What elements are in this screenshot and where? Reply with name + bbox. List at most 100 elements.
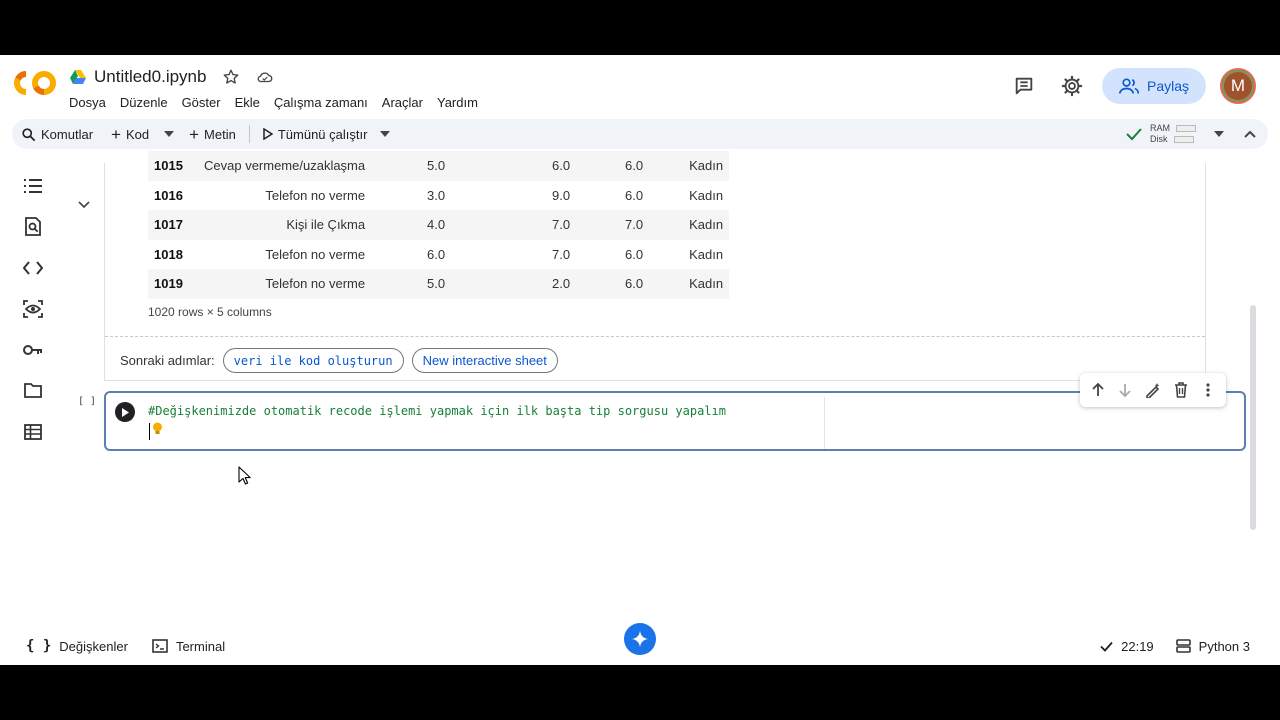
menu-runtime[interactable]: Çalışma zamanı	[274, 95, 368, 110]
notebook-toolbar: Komutlar + Kod + Metin Tümünü çalıştır R…	[12, 119, 1268, 149]
table-cell: 6.0	[625, 246, 644, 262]
table-row: 1015 Cevap vermeme/uzaklaşma 5.0 6.0 6.0 Kadı…	[148, 151, 730, 181]
move-down-button[interactable]	[1114, 379, 1136, 401]
table-cell: 2.0	[451, 269, 577, 299]
menu-file[interactable]: Dosya	[69, 95, 106, 110]
sidebar-item-code-snippets[interactable]	[22, 257, 44, 278]
resource-meter[interactable]: RAM Disk	[1150, 123, 1196, 145]
row-index: 1015	[148, 151, 198, 181]
sidebar-item-secrets[interactable]	[22, 339, 44, 360]
vertical-scrollbar[interactable]	[1250, 305, 1256, 530]
row-index: 1016	[154, 187, 183, 203]
caret-down-icon[interactable]	[1214, 131, 1224, 137]
delete-cell-button[interactable]	[1170, 379, 1192, 401]
ram-label: RAM	[1150, 123, 1170, 133]
settings-button[interactable]	[1054, 68, 1090, 104]
gemini-button[interactable]	[624, 623, 656, 655]
table-cell: Telefon no verme	[198, 269, 372, 299]
row-index: 1018	[154, 246, 183, 262]
code-cell[interactable]: #Değişkenimizde otomatik recode işlemi y…	[104, 391, 1246, 451]
commands-button[interactable]: Komutlar	[12, 119, 102, 149]
comment-icon	[1015, 77, 1033, 95]
lightbulb-icon[interactable]	[152, 422, 163, 435]
sidebar-item-secrets-view[interactable]	[22, 298, 44, 319]
colab-app: Untitled0.ipynb Dosya Düzenle Göster Ekl…	[0, 55, 1280, 665]
last-run-status[interactable]: 22:19	[1100, 639, 1154, 654]
ram-bar	[1176, 125, 1196, 132]
cloud-icon[interactable]	[256, 68, 274, 86]
colab-logo[interactable]	[14, 70, 56, 96]
table-cell: 3.0	[427, 187, 446, 203]
sidebar-item-data-table[interactable]	[22, 421, 44, 442]
table-cell: Kadın	[689, 187, 724, 203]
notebook-area: 1015 Cevap vermeme/uzaklaşma 5.0 6.0 6.0 Kadı…	[64, 151, 1270, 623]
caret-down-icon	[164, 131, 175, 137]
variables-button[interactable]: { } Değişkenler	[26, 638, 128, 654]
table-cell: 6.0	[427, 246, 446, 262]
table-cell: Kadın	[689, 246, 724, 262]
run-all-dropdown[interactable]	[376, 119, 394, 149]
sidebar-item-files[interactable]	[22, 380, 44, 401]
table-cell: Telefon no verme	[265, 187, 366, 203]
sidebar-item-toc[interactable]	[22, 175, 44, 196]
avatar[interactable]: M	[1220, 68, 1256, 104]
table-cell: Cevap vermeme/uzaklaşma	[198, 151, 372, 181]
share-label: Paylaş	[1146, 78, 1190, 94]
next-steps-bar: Sonraki adımlar: veri ile kod oluşturun …	[120, 348, 558, 373]
output-cell: 1015 Cevap vermeme/uzaklaşma 5.0 6.0 6.0 Kadı…	[104, 151, 1206, 381]
sparkle-icon	[632, 631, 648, 647]
braces-icon: { }	[26, 638, 52, 654]
run-cell-button[interactable]	[115, 402, 135, 422]
share-button[interactable]: Paylaş	[1102, 68, 1206, 104]
table-cell: 7.0	[451, 210, 577, 240]
table-cell: 7.0	[576, 210, 650, 240]
interactive-sheet-chip[interactable]: New interactive sheet	[411, 348, 558, 373]
code-editor-line[interactable]: #Değişkenimizde otomatik recode işlemi y…	[148, 404, 726, 418]
more-vert-icon	[1206, 383, 1210, 397]
eye-scan-icon	[23, 299, 43, 318]
move-up-button[interactable]	[1087, 379, 1109, 401]
menu-tools[interactable]: Araçlar	[382, 95, 423, 110]
run-all-button[interactable]: Tümünü çalıştır	[254, 119, 377, 149]
table-row: 1016 Telefon no verme 3.0 9.0 6.0 Kadın	[148, 181, 729, 211]
table-cell: Kadın	[649, 210, 730, 240]
table-cell: 6.0	[625, 187, 644, 203]
star-icon[interactable]	[222, 68, 240, 86]
document-title[interactable]: Untitled0.ipynb	[94, 67, 206, 87]
menu-help[interactable]: Yardım	[437, 95, 478, 110]
cell-toolbar	[1080, 373, 1226, 407]
server-icon	[1175, 639, 1191, 653]
edit-cell-button[interactable]	[1142, 379, 1164, 401]
title-row: Untitled0.ipynb	[70, 67, 274, 87]
table-row: 1017 Kişi ile Çıkma 4.0 7.0 7.0 Kadın	[148, 210, 730, 240]
terminal-icon	[152, 639, 168, 653]
add-text-button[interactable]: + Metin	[180, 119, 245, 149]
add-code-dropdown[interactable]	[158, 119, 180, 149]
comments-button[interactable]	[1006, 68, 1042, 104]
search-icon	[22, 127, 35, 141]
chevron-up-icon[interactable]	[1244, 130, 1256, 138]
sidebar-item-find[interactable]	[22, 216, 44, 237]
caret-down-icon	[380, 131, 391, 137]
kernel-label: Python 3	[1198, 638, 1250, 654]
add-code-button[interactable]: + Kod	[102, 119, 158, 149]
kernel-status[interactable]: Python 3	[1175, 638, 1250, 654]
table-cell: 6.0	[576, 151, 650, 181]
generate-code-chip[interactable]: veri ile kod oluşturun	[222, 348, 404, 373]
terminal-button[interactable]: Terminal	[152, 639, 225, 654]
more-options-button[interactable]	[1197, 379, 1219, 401]
line-length-ruler	[824, 397, 825, 449]
menu-edit[interactable]: Düzenle	[120, 95, 168, 110]
left-sidebar	[22, 175, 44, 442]
add-code-label: Kod	[125, 126, 150, 142]
plus-icon: +	[111, 124, 121, 144]
table-icon	[24, 423, 42, 440]
menu-insert[interactable]: Ekle	[235, 95, 260, 110]
toolbar-divider	[248, 125, 250, 143]
menu-view[interactable]: Göster	[182, 95, 221, 110]
magic-pencil-icon	[1146, 383, 1160, 398]
table-row: 1018 Telefon no verme 6.0 7.0 6.0 Kadın	[148, 240, 729, 270]
chevron-down-icon[interactable]	[78, 201, 90, 209]
text-cursor	[149, 423, 150, 440]
table-cell: 6.0	[576, 269, 650, 299]
